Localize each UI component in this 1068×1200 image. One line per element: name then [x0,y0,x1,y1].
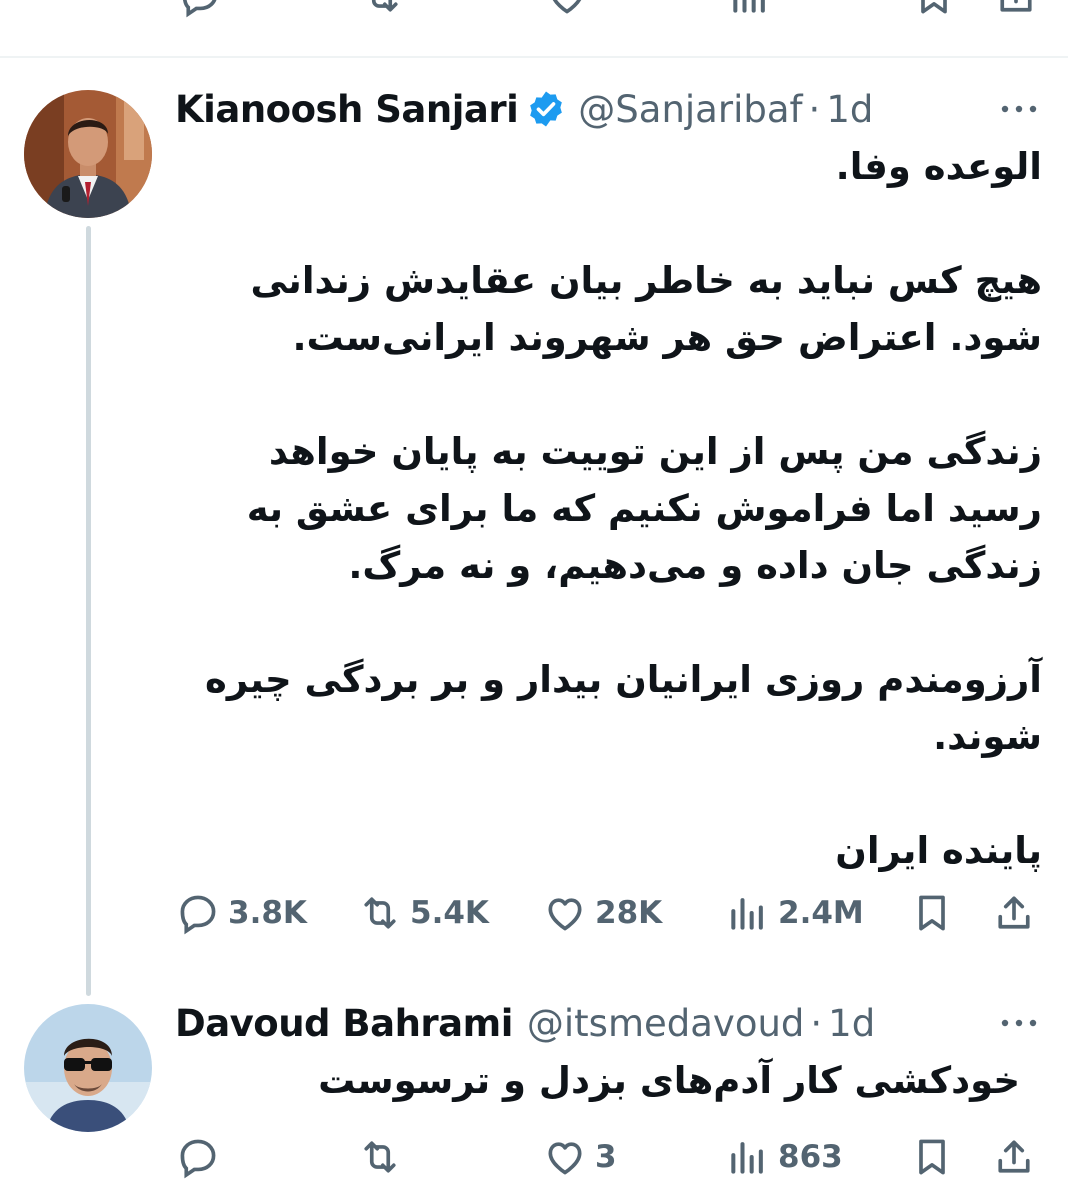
tweet-actions: 3.8K 5.4K 28K 2.4M [170,888,1050,938]
views-button[interactable]: 863 [726,1132,843,1182]
reply-icon [180,1139,216,1179]
author-name[interactable]: Kianoosh Sanjari [175,88,519,131]
retweet-count: 5.4K [410,895,489,931]
reply-button[interactable]: 3.8K [176,888,307,938]
bookmark-icon [919,1139,945,1175]
share-icon [998,896,1030,929]
tweet-paragraph: خودکشی کار آدم‌های بزدل و ترسوست [318,1059,1020,1102]
bookmark-button[interactable] [910,888,954,938]
bookmark-icon [919,895,945,931]
timestamp[interactable]: 1d [828,1002,875,1045]
bookmark-icon[interactable] [912,0,956,18]
share-button[interactable] [992,888,1036,938]
tweet-divider [0,56,1068,58]
tweet-header: Kianoosh Sanjari @Sanjaribaf · 1d [175,84,873,134]
share-button[interactable] [992,1132,1036,1182]
reply-icon[interactable] [178,0,222,18]
separator-dot: · [810,1001,823,1045]
author-handle[interactable]: @itsmedavoud [527,1002,805,1045]
views-count: 863 [778,1139,843,1175]
separator-dot: · [808,87,821,131]
like-button[interactable]: 3 [543,1132,617,1182]
reply-button[interactable] [176,1132,228,1182]
avatar[interactable] [24,1004,152,1132]
more-icon[interactable] [997,99,1041,119]
author-name[interactable]: Davoud Bahrami [175,1002,513,1045]
retweet-icon[interactable] [360,0,404,18]
verified-badge-icon [530,91,563,127]
like-count: 3 [595,1139,617,1175]
timestamp[interactable]: 1d [826,88,873,131]
share-icon [998,1140,1030,1173]
retweet-icon [364,897,396,929]
like-button[interactable]: 28K [543,888,662,938]
share-icon[interactable] [994,0,1038,18]
tweet-text: خودکشی کار آدم‌های بزدل و ترسوست [170,1052,1020,1109]
tweet-paragraph: آرزومندم روزی ایرانیان بیدار و بر بردگی … [205,658,1042,758]
like-count: 28K [595,895,663,931]
views-icon [731,898,763,930]
tweet-paragraph: پاینده ایران [835,829,1042,872]
views-icon [731,1142,763,1174]
like-icon [548,1142,582,1175]
avatar[interactable] [24,90,152,218]
tweet-actions: 3 863 [170,1132,1050,1182]
views-button[interactable]: 2.4M [726,888,864,938]
thread-line [86,226,91,996]
tweet-paragraph: هیچ کس نباید به خاطر بیان عقایدش زندانی … [250,259,1043,359]
reply-icon [180,895,216,935]
views-icon[interactable] [728,0,772,18]
bookmark-button[interactable] [910,1132,954,1182]
tweet-paragraph: الوعده وفا. [835,145,1042,188]
previous-tweet-actions [0,0,1068,18]
retweet-icon [364,1141,396,1173]
views-count: 2.4M [778,895,864,931]
like-icon[interactable] [545,0,589,18]
like-icon [548,898,582,931]
tweet-paragraph: زندگی من پس از این توییت به پایان خواهد … [246,430,1042,587]
tweet-text: الوعده وفا. هیچ کس نباید به خاطر بیان عق… [170,138,1042,879]
reply-count: 3.8K [228,895,307,931]
more-icon[interactable] [997,1013,1041,1033]
retweet-button[interactable] [358,1132,410,1182]
tweet-header: Davoud Bahrami @itsmedavoud · 1d [175,998,875,1048]
author-handle[interactable]: @Sanjaribaf [578,88,802,131]
retweet-button[interactable]: 5.4K [358,888,489,938]
